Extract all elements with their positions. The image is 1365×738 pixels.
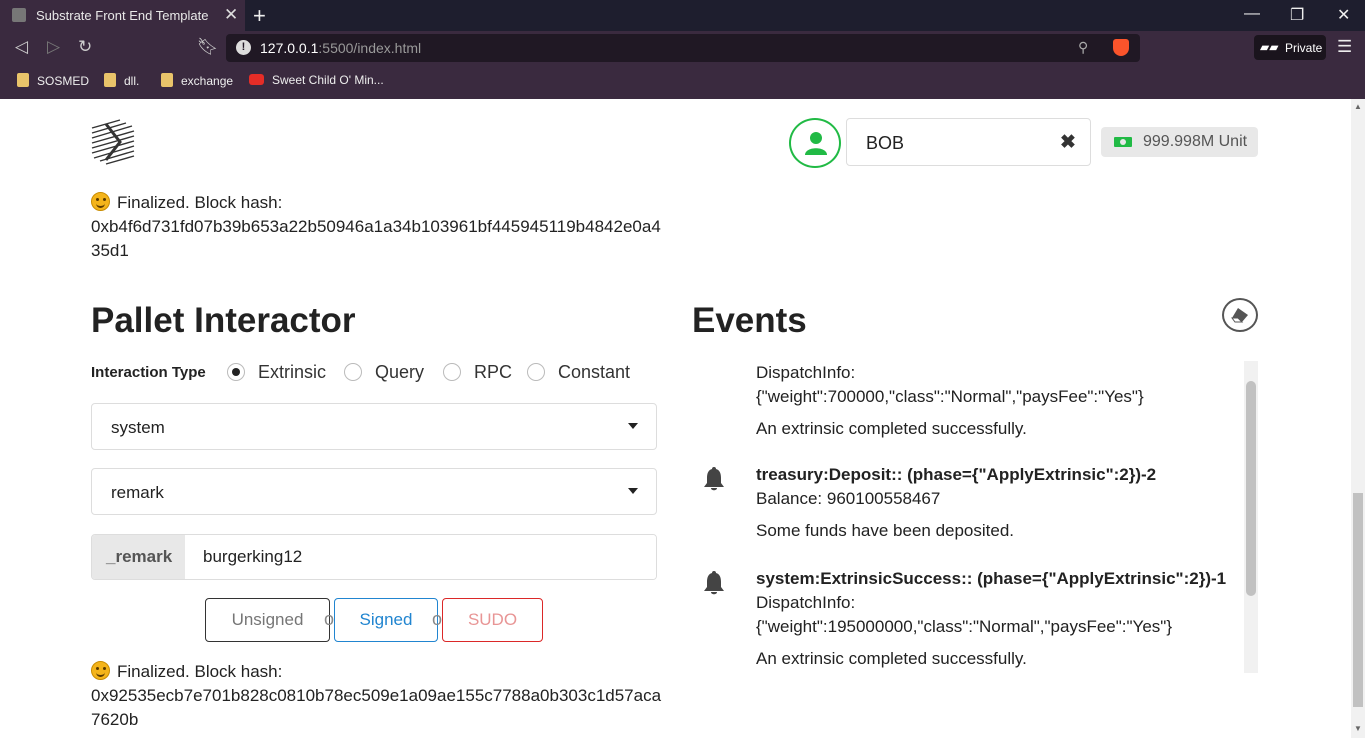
status-prefix: Finalized. Block hash: [117, 193, 283, 212]
browser-menu-icon[interactable]: ☰ [1337, 37, 1352, 57]
dropdown-caret-icon [628, 488, 638, 494]
tx-status-top: Finalized. Block hash: 0xb4f6d731fd07b39… [91, 191, 666, 263]
minimize-icon[interactable]: — [1244, 5, 1260, 23]
unsigned-button[interactable]: Unsigned [205, 598, 330, 642]
account-selector[interactable]: BOB ✖ [846, 118, 1091, 166]
site-favicon-icon [12, 8, 26, 22]
forward-icon[interactable]: ▷ [47, 37, 60, 57]
events-scrollbar-thumb[interactable] [1246, 381, 1256, 596]
youtube-icon [249, 74, 264, 85]
browser-nav-bar: ◁ ▷ ↻ 🔖︎ ! 127.0.0.1:5500/index.html ⚲ ▰… [0, 31, 1365, 65]
back-icon[interactable]: ◁ [15, 37, 28, 57]
page-scrollbar[interactable]: ▲ ▼ [1351, 99, 1365, 738]
browser-tab[interactable]: Substrate Front End Template ✕ [0, 0, 245, 31]
brave-shields-icon[interactable] [1113, 39, 1129, 56]
event-title: treasury:Deposit:: (phase={"ApplyExtrins… [756, 465, 1157, 484]
folder-icon [161, 73, 173, 87]
block-hash: 0xb4f6d731fd07b39b653a22b50946a1a34b1039… [91, 217, 661, 260]
callable-dropdown[interactable]: remark [91, 468, 657, 515]
bell-icon [704, 467, 724, 491]
event-detail-label: DispatchInfo: [756, 363, 856, 382]
remark-input[interactable] [185, 535, 656, 579]
url-text: 127.0.0.1:5500/index.html [260, 40, 422, 56]
pallet-value: system [111, 418, 165, 437]
substrate-logo-icon [91, 119, 135, 165]
bookmark-icon[interactable]: 🔖︎ [197, 37, 219, 57]
clear-account-icon[interactable]: ✖ [1060, 131, 1076, 154]
private-badge[interactable]: ▰▰ Private [1254, 35, 1326, 60]
site-info-icon[interactable]: ! [236, 40, 251, 55]
tx-status-bottom: Finalized. Block hash: 0x92535ecb7e701b8… [91, 660, 666, 732]
events-heading: Events [692, 301, 807, 340]
folder-icon [104, 73, 116, 87]
bookmark-sosmed[interactable]: SOSMED [17, 73, 89, 88]
bookmark-youtube[interactable]: Sweet Child O' Min... [249, 73, 384, 87]
event-detail-value: {"weight":700000,"class":"Normal","paysF… [756, 387, 1144, 406]
events-scrollbar[interactable] [1244, 361, 1258, 673]
pallet-dropdown[interactable]: system [91, 403, 657, 450]
radio-dot[interactable] [344, 363, 362, 381]
radio-dot[interactable] [227, 363, 245, 381]
browser-tab-bar: Substrate Front End Template ✕ + — ❐ ✕ [0, 0, 1365, 31]
smile-icon [91, 192, 110, 211]
scroll-up-icon[interactable]: ▲ [1354, 102, 1362, 111]
page-scrollbar-thumb[interactable] [1353, 493, 1363, 707]
user-icon [805, 132, 827, 155]
account-avatar[interactable] [789, 118, 841, 168]
dropdown-caret-icon [628, 423, 638, 429]
balance-value: 999.998M Unit [1143, 133, 1248, 150]
block-hash: 0x92535ecb7e701b828c0810b78ec509e1a09ae1… [91, 686, 662, 729]
reload-icon[interactable]: ↻ [78, 37, 92, 57]
smile-icon [91, 661, 110, 680]
new-tab-icon[interactable]: + [253, 3, 266, 29]
bookmark-dll[interactable]: dll. [104, 73, 139, 88]
event-description: An extrinsic completed successfully. [756, 649, 1027, 668]
clear-events-button[interactable] [1222, 298, 1258, 332]
restore-icon[interactable]: ❐ [1290, 5, 1304, 25]
callable-value: remark [111, 483, 164, 502]
event-title: system:ExtrinsicSuccess:: (phase={"Apply… [756, 569, 1227, 588]
event-description: Some funds have been deposited. [756, 521, 1015, 540]
remark-param: _remark [91, 534, 657, 580]
tab-title: Substrate Front End Template [36, 8, 209, 23]
close-tab-icon[interactable]: ✕ [224, 5, 238, 25]
event-detail-label: DispatchInfo: [756, 593, 856, 612]
folder-icon [17, 73, 29, 87]
radio-dot[interactable] [527, 363, 545, 381]
radio-dot[interactable] [443, 363, 461, 381]
eraser-icon [1231, 308, 1248, 323]
money-icon [1114, 137, 1132, 147]
param-label: _remark [92, 535, 185, 579]
sudo-button[interactable]: SUDO [442, 598, 543, 642]
account-value: BOB [866, 133, 905, 153]
events-feed[interactable]: DispatchInfo: {"weight":700000,"class":"… [692, 361, 1258, 673]
page-content: BOB ✖ 999.998M Unit Finalized. Block has… [0, 99, 1365, 738]
address-bar[interactable]: ! 127.0.0.1:5500/index.html ⚲ [226, 34, 1140, 62]
bookmark-exchange[interactable]: exchange [161, 73, 233, 88]
signed-button[interactable]: Signed [334, 598, 438, 642]
pallet-interactor-heading: Pallet Interactor [91, 301, 356, 340]
scroll-down-icon[interactable]: ▼ [1354, 724, 1362, 733]
bell-icon [704, 571, 724, 595]
status-prefix: Finalized. Block hash: [117, 662, 283, 681]
zoom-icon[interactable]: ⚲ [1078, 39, 1088, 56]
private-glasses-icon: ▰▰ [1260, 40, 1279, 54]
balance-label: 999.998M Unit [1101, 127, 1258, 157]
event-detail-label: Balance: 960100558467 [756, 489, 941, 508]
event-description: An extrinsic completed successfully. [756, 419, 1027, 438]
interaction-type-label: Interaction Type [91, 364, 206, 381]
event-detail-value: {"weight":195000000,"class":"Normal","pa… [756, 617, 1173, 636]
private-label: Private [1285, 41, 1323, 55]
close-window-icon[interactable]: ✕ [1337, 5, 1350, 25]
bookmarks-bar: SOSMED dll. exchange Sweet Child O' Min.… [0, 65, 1365, 99]
